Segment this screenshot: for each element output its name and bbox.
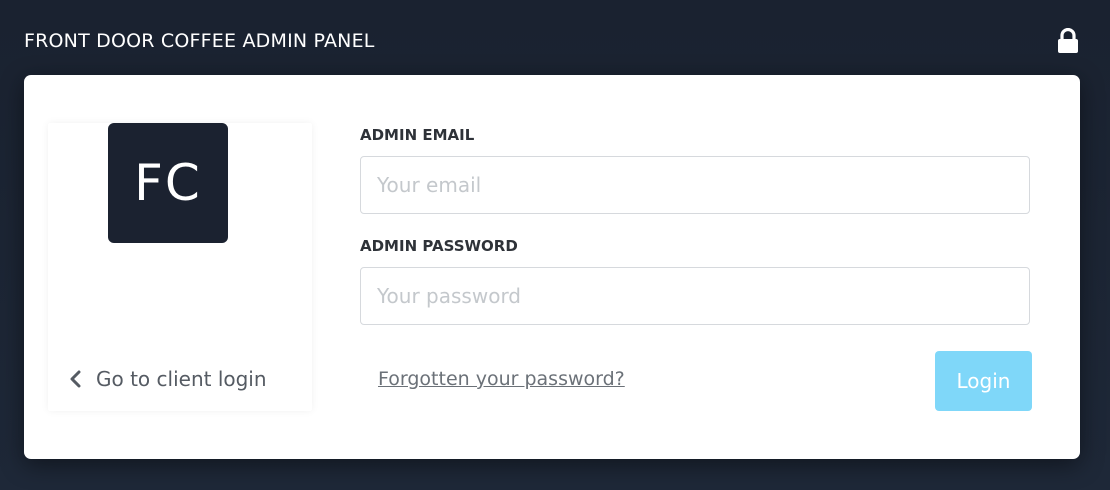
- logo: FC: [108, 123, 228, 243]
- email-label: ADMIN EMAIL: [360, 126, 475, 144]
- top-bar: FRONT DOOR COFFEE ADMIN PANEL: [0, 0, 1110, 75]
- password-field[interactable]: [360, 267, 1030, 325]
- brand-panel: FC Go to client login: [48, 123, 312, 411]
- lock-icon: [1058, 28, 1078, 53]
- password-label: ADMIN PASSWORD: [360, 237, 518, 255]
- forgot-password-link[interactable]: Forgotten your password?: [378, 368, 625, 390]
- login-card: FC Go to client login ADMIN EMAIL ADMIN …: [24, 75, 1080, 459]
- login-button[interactable]: Login: [935, 351, 1032, 411]
- chevron-left-icon: [70, 370, 81, 388]
- client-login-label: Go to client login: [96, 367, 267, 391]
- panel-title: FRONT DOOR COFFEE ADMIN PANEL: [24, 30, 375, 52]
- email-field[interactable]: [360, 156, 1030, 214]
- client-login-link[interactable]: Go to client login: [68, 367, 267, 391]
